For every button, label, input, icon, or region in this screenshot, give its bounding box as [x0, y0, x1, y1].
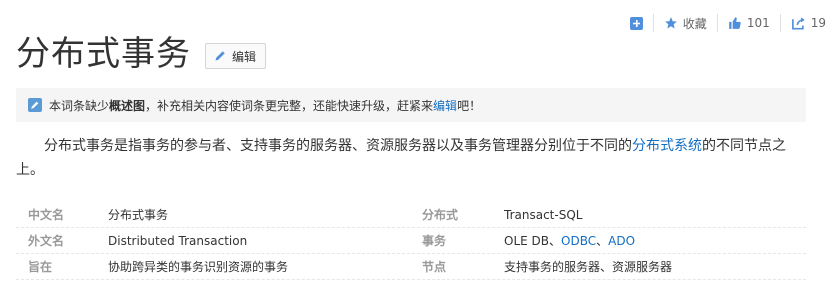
notice-prefix: 本词条缺少 [49, 98, 110, 113]
distributed-system-link[interactable]: 分布式系统 [632, 138, 702, 154]
share-icon [791, 17, 805, 30]
favorite-button[interactable]: 收藏 [652, 14, 717, 32]
info-value-sep: 、 [596, 234, 609, 248]
edit-button[interactable]: 编辑 [205, 43, 267, 69]
top-action-bar: 收藏 101 19 [629, 12, 826, 34]
page-title: 分布式事务 [16, 34, 191, 74]
info-name: 旨在 [28, 260, 53, 274]
thumbs-up-icon [728, 17, 741, 29]
like-count: 101 [746, 16, 770, 30]
plus-square-icon [629, 16, 643, 30]
notice-edit-link[interactable]: 编辑 [433, 97, 457, 114]
summary-paragraph: 分布式事务是指事务的参与者、支持事务的服务器、资源服务器以及事务管理器分别位于不… [16, 134, 796, 182]
pencil-badge-icon [28, 98, 42, 112]
edit-label: 编辑 [232, 49, 257, 64]
summary-text-before: 分布式事务是指事务的参与者、支持事务的服务器、资源服务器以及事务管理器分别位于不… [44, 138, 632, 154]
info-row: 外文名 Distributed Transaction 事务 OLE DB、OD… [16, 228, 806, 254]
info-name: 节点 [422, 260, 447, 274]
basic-info: 中文名 分布式事务 分布式 Transact-SQL 外文名 Distribut… [16, 202, 806, 280]
info-value: Distributed Transaction [108, 233, 248, 248]
info-value-prefix: OLE DB、 [504, 234, 562, 248]
info-row: 中文名 分布式事务 分布式 Transact-SQL [16, 202, 806, 228]
odbc-link[interactable]: ODBC [561, 234, 596, 248]
ado-link[interactable]: ADO [608, 234, 635, 248]
notice-bold: 概述图 [109, 98, 146, 113]
info-name: 分布式 [422, 208, 459, 222]
pencil-icon [215, 51, 225, 61]
missing-image-notice: 本词条缺少 概述图 ，补充相关内容使词条更完整，还能快速升级，赶紧来 编辑 吧！ [16, 88, 806, 122]
notice-suffix: 吧！ [457, 98, 482, 113]
share-count: 19 [810, 16, 826, 30]
favorite-label: 收藏 [682, 16, 707, 31]
info-value: OLE DB、ODBC、ADO [504, 232, 635, 249]
info-value: 支持事务的服务器、资源服务器 [504, 260, 673, 274]
info-value: Transact-SQL [504, 207, 583, 222]
info-value: 分布式事务 [108, 208, 169, 222]
notice-middle: ，补充相关内容使词条更完整，还能快速升级，赶紧来 [145, 98, 434, 113]
info-value: 协助跨异类的事务识别资源的事务 [108, 260, 289, 274]
info-row: 旨在 协助跨异类的事务识别资源的事务 节点 支持事务的服务器、资源服务器 [16, 254, 806, 280]
star-icon [664, 17, 677, 29]
like-button[interactable]: 101 [716, 14, 780, 32]
add-button[interactable] [629, 14, 653, 32]
title-row: 分布式事务 编辑 [16, 32, 267, 76]
info-name: 事务 [422, 234, 447, 248]
info-name: 外文名 [28, 234, 65, 248]
info-name: 中文名 [28, 208, 65, 222]
share-button[interactable]: 19 [779, 14, 826, 32]
